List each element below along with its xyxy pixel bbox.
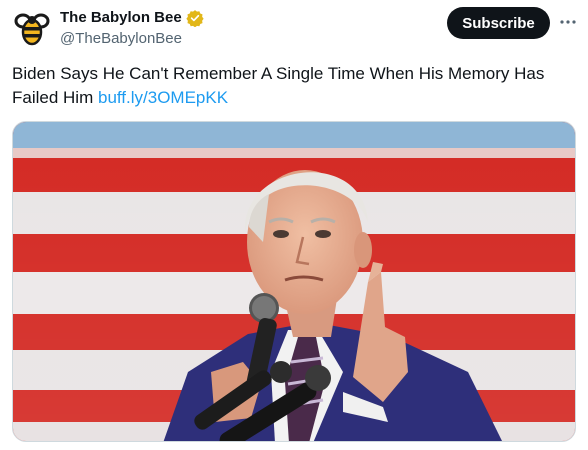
more-horizontal-icon[interactable] [558,12,578,32]
tweet-link[interactable]: buff.ly/3OMEpKK [98,88,228,107]
tweet-body: Biden Says He Can't Remember A Single Ti… [12,64,545,107]
author-display-name[interactable]: The Babylon Bee [60,9,182,27]
tweet-media-photo[interactable] [12,121,576,442]
subscribe-button[interactable]: Subscribe [447,7,550,39]
verified-gold-check-icon[interactable] [186,9,204,28]
bee-logo-icon[interactable] [12,8,52,48]
tweet-header: The Babylon Bee @TheBabylonBee Subscribe [0,0,588,56]
photo-biden-speaking-flag-background [13,122,575,441]
tweet-text: Biden Says He Can't Remember A Single Ti… [12,62,572,110]
author-handle[interactable]: @TheBabylonBee [60,30,182,48]
author-name-row: The Babylon Bee [60,9,204,28]
